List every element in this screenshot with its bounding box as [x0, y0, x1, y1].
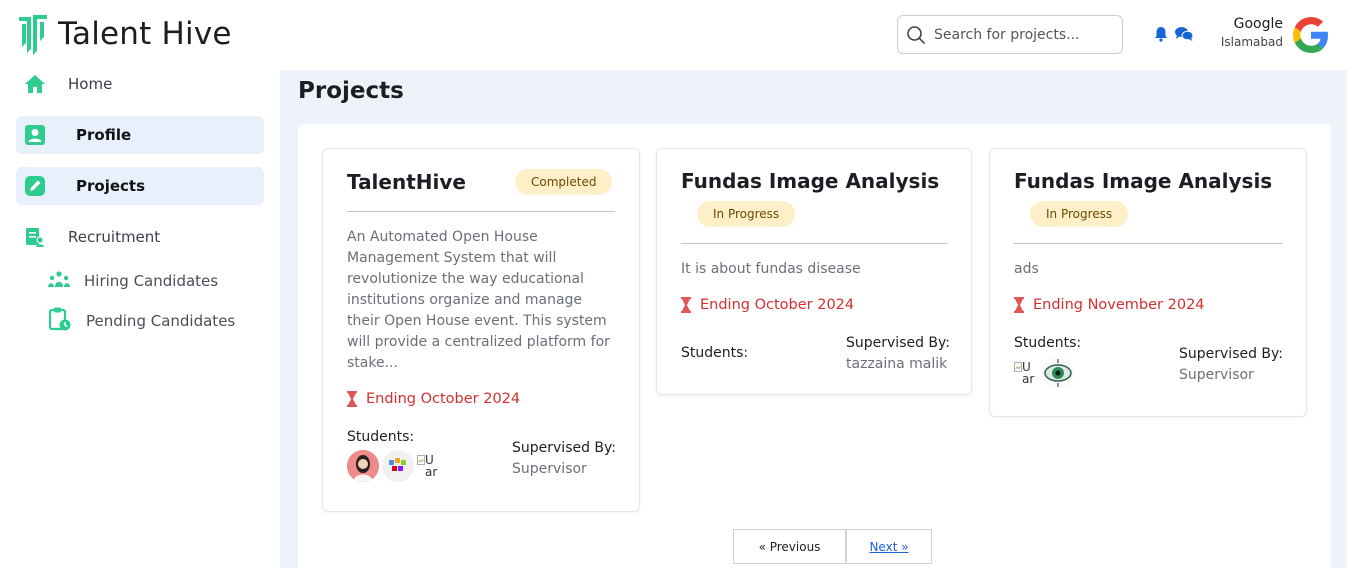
student-avatars: U ar [1014, 357, 1077, 389]
project-description: It is about fundas disease [681, 261, 861, 277]
sidebar-item-label: Profile [76, 126, 132, 144]
sidebar-subitem-hiring-candidates[interactable]: Hiring Candidates [48, 266, 218, 296]
students-label: Students: [347, 429, 415, 445]
project-description: An Automated Open House Management Syste… [347, 229, 610, 371]
sidebar: Home Profile Projects Recruitment Hiring… [0, 70, 280, 568]
students-label: Students: [1014, 335, 1082, 351]
sidebar-subitem-label: Pending Candidates [86, 312, 236, 330]
project-card[interactable]: TalentHive Completed An Automated Open H… [322, 148, 640, 512]
page-title: Projects [298, 78, 404, 104]
sidebar-item-label: Home [68, 75, 113, 93]
project-deadline: Ending November 2024 [1014, 297, 1205, 313]
hourglass-icon [681, 297, 691, 313]
chat-icon[interactable] [1174, 26, 1194, 46]
card-divider [1014, 243, 1282, 244]
profile-icon [24, 124, 46, 146]
broken-image-alt: U ar [1022, 361, 1035, 385]
card-divider [347, 211, 615, 212]
search-input[interactable] [934, 26, 1114, 43]
student-avatar[interactable] [1042, 357, 1074, 389]
recruitment-icon [24, 226, 46, 248]
pagination-previous-button[interactable]: « Previous [733, 529, 846, 564]
deadline-text: Ending November 2024 [1033, 297, 1205, 313]
status-badge: Completed [515, 169, 613, 195]
sidebar-item-home[interactable]: Home [16, 65, 264, 103]
user-name: Google [1233, 16, 1283, 32]
project-deadline: Ending October 2024 [681, 297, 854, 313]
project-title: Fundas Image Analysis [681, 169, 940, 193]
student-avatar[interactable] [382, 450, 414, 482]
user-info[interactable]: Google Islamabad [1210, 16, 1283, 49]
status-badge: In Progress [1030, 201, 1129, 227]
supervisor-name: Supervisor [1179, 367, 1254, 383]
home-icon [24, 73, 46, 95]
sidebar-item-label: Recruitment [68, 228, 161, 246]
sidebar-item-recruitment[interactable]: Recruitment [16, 218, 264, 256]
clipboard-clock-icon [48, 306, 72, 336]
supervisor-name: Supervisor [512, 461, 587, 477]
main-content: Projects TalentHive Completed An Automat… [280, 70, 1347, 584]
project-card[interactable]: Fundas Image Analysis In Progress ads En… [989, 148, 1307, 417]
project-deadline: Ending October 2024 [347, 391, 520, 407]
project-description: ads [1014, 261, 1039, 277]
search-box[interactable] [897, 15, 1123, 54]
broken-image-alt: U ar [425, 454, 438, 478]
student-avatars: U ar [347, 450, 445, 482]
brand-logo[interactable]: Talent Hive [16, 13, 232, 55]
sidebar-item-projects[interactable]: Projects [16, 167, 264, 205]
brand-name: Talent Hive [58, 16, 232, 52]
sidebar-item-label: Projects [76, 177, 146, 195]
status-badge: In Progress [697, 201, 796, 227]
students-label: Students: [681, 345, 749, 361]
pagination-next-button[interactable]: Next » [846, 529, 932, 564]
user-location: Islamabad [1220, 35, 1283, 49]
google-avatar-icon[interactable] [1291, 15, 1331, 55]
deadline-text: Ending October 2024 [366, 391, 521, 407]
projects-icon [24, 175, 46, 197]
supervised-by-label: Supervised By: [846, 335, 951, 351]
sidebar-item-profile[interactable]: Profile [16, 116, 264, 154]
projects-panel: TalentHive Completed An Automated Open H… [298, 124, 1331, 584]
hourglass-icon [1014, 297, 1024, 313]
supervised-by-label: Supervised By: [512, 440, 617, 456]
people-icon [48, 270, 70, 292]
project-title: Fundas Image Analysis [1014, 169, 1273, 193]
bell-icon[interactable] [1154, 26, 1168, 46]
talent-hive-logo-icon [19, 15, 47, 55]
supervised-by-label: Supervised By: [1179, 346, 1284, 362]
search-icon [907, 25, 925, 44]
broken-image-avatar: U ar [417, 454, 445, 478]
sidebar-subitem-pending-candidates[interactable]: Pending Candidates [48, 306, 235, 336]
deadline-text: Ending October 2024 [700, 297, 855, 313]
hourglass-icon [347, 391, 357, 407]
student-avatar[interactable] [347, 450, 379, 482]
broken-image-avatar: U ar [1014, 361, 1042, 385]
project-title: TalentHive [347, 170, 466, 194]
top-header: Talent Hive Google Islamabad [0, 0, 1347, 70]
card-divider [681, 243, 948, 244]
sidebar-subitem-label: Hiring Candidates [84, 272, 219, 290]
supervisor-name: tazzaina malik [846, 356, 948, 372]
project-card[interactable]: Fundas Image Analysis In Progress It is … [656, 148, 972, 395]
